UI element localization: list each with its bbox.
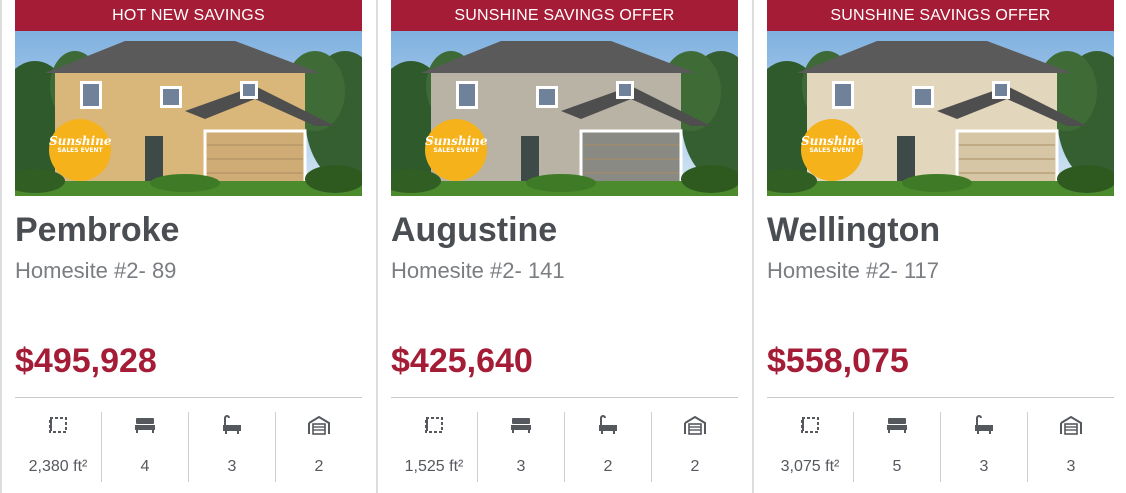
spec-beds: 3 [477,412,564,482]
spec-row: 3,075 ft² 5 3 3 [767,412,1114,482]
beds-value: 4 [140,458,150,475]
bathtub-icon [975,415,993,434]
spec-divider [391,397,738,398]
beds-value: 5 [892,458,902,475]
home-model-name[interactable]: Pembroke [15,210,362,250]
bathtub-icon [599,415,617,434]
floor-plan-icon [425,417,443,433]
area-value: 3,075 ft² [780,458,840,475]
home-price: $495,928 [15,342,157,380]
badge-title: Sunshine [49,134,112,148]
spec-divider [767,397,1114,398]
spec-baths: 2 [564,412,651,482]
badge-title: Sunshine [425,134,488,148]
promo-banner: SUNSHINE SAVINGS OFFER [767,0,1114,31]
home-photo[interactable]: Sunshine SALES EVENT [391,31,738,196]
home-model-name[interactable]: Augustine [391,210,738,250]
beds-value: 3 [516,458,526,475]
home-model-name[interactable]: Wellington [767,210,1114,250]
listing-card[interactable]: SUNSHINE SAVINGS OFFER Sunshine SALES EV… [391,0,738,493]
spec-garage: 2 [651,412,738,482]
garage-value: 3 [1066,458,1076,475]
spec-garage: 3 [1027,412,1114,482]
area-value: 1,525 ft² [404,458,464,475]
home-photo[interactable]: Sunshine SALES EVENT [767,31,1114,196]
spec-row: 2,380 ft² 4 3 2 [15,412,362,482]
garage-icon [308,415,330,435]
spec-garage: 2 [275,412,362,482]
bed-icon [511,418,531,433]
spec-baths: 3 [188,412,275,482]
bed-icon [887,418,907,433]
spec-beds: 5 [853,412,940,482]
home-price: $558,075 [767,342,909,380]
garage-icon [684,415,706,435]
bathtub-icon [223,415,241,434]
sales-event-badge: Sunshine SALES EVENT [49,119,112,181]
card-divider [376,0,378,493]
homesite-label: Homesite #2- 141 [391,258,565,283]
listing-card[interactable]: HOT NEW SAVINGS Sunshine SALES EVENT Pem… [15,0,362,493]
card-divider [752,0,754,493]
badge-title: Sunshine [801,134,864,148]
spec-row: 1,525 ft² 3 2 2 [391,412,738,482]
spec-area: 2,380 ft² [15,412,101,482]
garage-value: 2 [690,458,700,475]
sales-event-badge: Sunshine SALES EVENT [801,119,864,181]
spec-beds: 4 [101,412,188,482]
spec-area: 1,525 ft² [391,412,477,482]
area-value: 2,380 ft² [28,458,88,475]
homesite-label: Homesite #2- 117 [767,258,940,283]
spec-area: 3,075 ft² [767,412,853,482]
badge-subtitle: SALES EVENT [57,147,103,154]
home-price: $425,640 [391,342,533,380]
sales-event-badge: Sunshine SALES EVENT [425,119,488,181]
homesite-label: Homesite #2- 89 [15,258,177,283]
garage-icon [1060,415,1082,435]
bed-icon [135,418,155,433]
card-divider [0,0,2,493]
listing-card[interactable]: SUNSHINE SAVINGS OFFER Sunshine SALES EV… [767,0,1114,493]
spec-divider [15,397,362,398]
spec-baths: 3 [940,412,1027,482]
badge-subtitle: SALES EVENT [809,147,855,154]
baths-value: 3 [979,458,989,475]
garage-value: 2 [314,458,324,475]
floor-plan-icon [49,417,67,433]
promo-banner: HOT NEW SAVINGS [15,0,362,31]
baths-value: 2 [603,458,613,475]
home-photo[interactable]: Sunshine SALES EVENT [15,31,362,196]
badge-subtitle: SALES EVENT [433,147,479,154]
floor-plan-icon [801,417,819,433]
baths-value: 3 [227,458,237,475]
promo-banner: SUNSHINE SAVINGS OFFER [391,0,738,31]
